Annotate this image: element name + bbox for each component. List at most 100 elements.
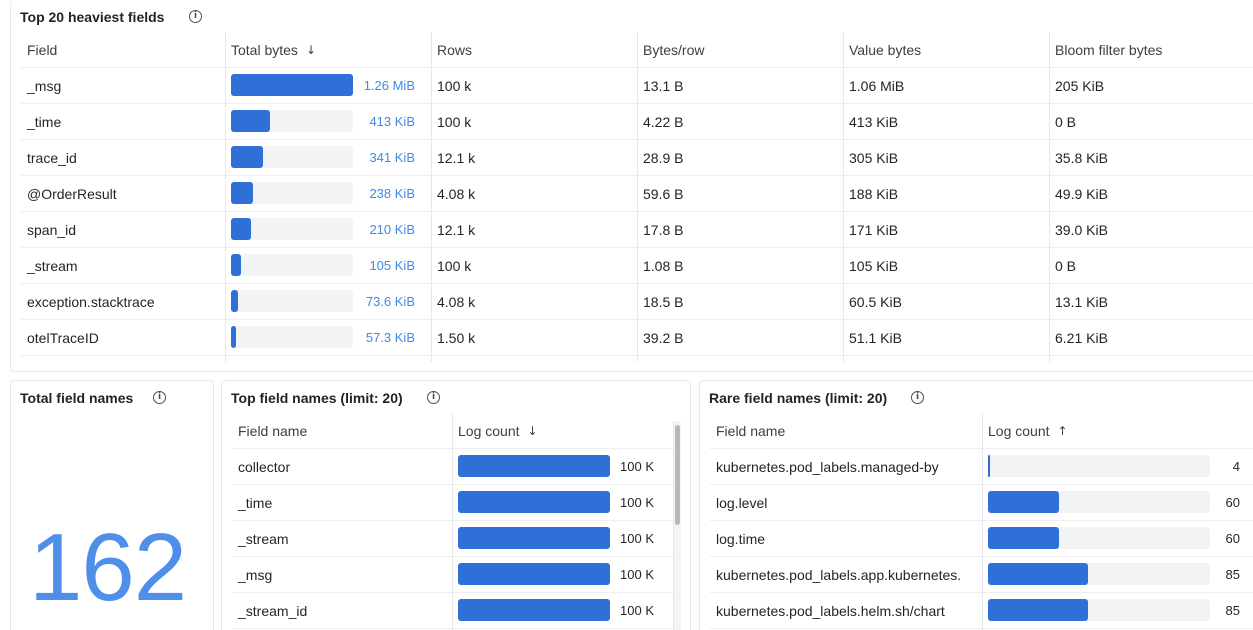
cell-bloom: 13.1 KiB — [1049, 284, 1253, 319]
table-row[interactable]: trace_id12.1 k28.9 B305 KiB35.8 KiB341 K… — [21, 140, 1253, 176]
top-field-names-panel: Top field names (limit: 20) i Field name… — [221, 380, 691, 630]
table-row[interactable]: span_id12.1 k17.8 B171 KiB39.0 KiB210 Ki… — [21, 212, 1253, 248]
heaviest-fields-table: Field Total bytes ↓ Rows Bytes/rowValue byte… — [21, 32, 1253, 362]
total-bytes-value: 73.6 KiB — [366, 294, 415, 309]
scrollbar[interactable] — [673, 421, 681, 630]
column-header-value-bytes[interactable]: Value bytes — [843, 32, 1049, 67]
total-field-names-title: Total field names — [20, 390, 133, 406]
cell-log-count: 60 — [982, 521, 1253, 556]
sort-desc-icon[interactable]: ↓ — [528, 424, 538, 438]
total-bytes-bar-fill — [231, 74, 353, 96]
cell-log-count: 100 K — [452, 593, 676, 628]
info-icon[interactable]: i — [911, 391, 924, 404]
log-count-bar-fill — [458, 563, 610, 585]
cell-bpr: 1.08 B — [637, 248, 843, 283]
cell-field-name: collector — [232, 449, 452, 484]
cell-log-count: 85 — [982, 557, 1253, 592]
sort-asc-icon[interactable]: ↑ — [1058, 424, 1068, 438]
table-row[interactable]: kubernetes.pod_labels.app.kubernetes.85 — [710, 557, 1253, 593]
table-row[interactable]: otelTraceID1.50 k39.2 B51.1 KiB6.21 KiB5… — [21, 320, 1253, 356]
table-row[interactable]: _time100 K — [232, 485, 676, 521]
table-row[interactable]: @OrderResult4.08 k59.6 B188 KiB49.9 KiB2… — [21, 176, 1253, 212]
cell-rows: 100 k — [431, 248, 637, 283]
column-header-bloom-filter-bytes[interactable]: Bloom filter bytes — [1049, 32, 1253, 67]
total-bytes-bar — [231, 218, 353, 240]
table-row[interactable]: kubernetes.pod_labels.managed-by4 — [710, 449, 1253, 485]
column-header-log-count[interactable]: Log count↓ — [452, 413, 676, 448]
total-field-names-panel: Total field names i 162 — [10, 380, 214, 630]
info-icon[interactable]: i — [427, 391, 440, 404]
cell-bloom: 49.9 KiB — [1049, 176, 1253, 211]
cell-rows: 1.50 k — [431, 320, 637, 355]
log-count-bar — [458, 455, 610, 477]
cell-value: 188 KiB — [843, 176, 1049, 211]
cell-field: exception.stacktrace — [21, 284, 225, 319]
column-header-bytes-row[interactable]: Bytes/row — [637, 32, 843, 67]
cell-field-name: kubernetes.pod_labels.helm.sh/chart — [710, 593, 982, 628]
column-header-field-name[interactable]: Field name — [232, 413, 452, 448]
log-count-value: 100 K — [620, 603, 654, 618]
cell-field: trace_id — [21, 140, 225, 175]
log-count-value: 85 — [1226, 603, 1240, 618]
cell-total-bytes: 238 KiB — [225, 176, 431, 211]
cell-value: 1.06 MiB — [843, 68, 1049, 103]
column-header-label: Rows — [437, 42, 472, 58]
table-row[interactable]: _msg100 k13.1 B1.06 MiB205 KiB1.26 MiB — [21, 68, 1253, 104]
total-bytes-value: 341 KiB — [369, 150, 415, 165]
column-header-label: Total bytes — [231, 42, 298, 58]
table-row[interactable]: collector 100 K — [232, 449, 676, 485]
scrollbar-thumb[interactable] — [675, 425, 680, 525]
column-header-label: Field name — [716, 423, 785, 439]
log-count-bar-fill — [458, 455, 610, 477]
total-bytes-value: 105 KiB — [369, 258, 415, 273]
column-header-total-bytes[interactable]: Total bytes ↓ — [225, 32, 431, 67]
table-row[interactable]: kubernetes.pod_labels.helm.sh/chart 85 — [710, 593, 1253, 629]
log-count-bar — [988, 455, 1210, 477]
table-row[interactable]: _stream100 k1.08 B105 KiB0 B105 KiB — [21, 248, 1253, 284]
table-row[interactable]: _stream100 K — [232, 521, 676, 557]
rare-field-names-table: Field name Log count ↑ kubernetes.pod_label… — [710, 413, 1253, 630]
cell-total-bytes: 73.6 KiB — [225, 284, 431, 319]
cell-total-bytes: 210 KiB — [225, 212, 431, 247]
column-header-field[interactable]: Field — [21, 32, 225, 67]
log-count-bar-fill — [458, 527, 610, 549]
table-row[interactable]: log.time60 — [710, 521, 1253, 557]
total-bytes-bar — [231, 74, 353, 96]
info-icon[interactable]: i — [153, 391, 166, 404]
total-bytes-bar — [231, 146, 353, 168]
log-count-bar — [458, 563, 610, 585]
log-count-bar — [988, 599, 1210, 621]
column-header-field-name[interactable]: Field name — [710, 413, 982, 448]
table-row[interactable]: _msg100 K — [232, 557, 676, 593]
cell-bloom: 0 B — [1049, 104, 1253, 139]
log-count-value: 100 K — [620, 459, 654, 474]
cell-bpr: 17.8 B — [637, 212, 843, 247]
table-row[interactable]: exception.stacktrace4.08 k18.5 B60.5 KiB… — [21, 284, 1253, 320]
cell-field-name: _stream_id — [232, 593, 452, 628]
log-count-value: 100 K — [620, 495, 654, 510]
cell-field: _stream — [21, 248, 225, 283]
sort-desc-icon[interactable]: ↓ — [306, 43, 316, 57]
cell-field-name: kubernetes.pod_labels.managed-by — [710, 449, 982, 484]
column-header-label: Field — [27, 42, 57, 58]
cell-log-count: 100 K — [452, 485, 676, 520]
column-header-label: Log count — [988, 423, 1050, 439]
table-row[interactable]: _stream_id 100 K — [232, 593, 676, 629]
table-row[interactable]: _time100 k4.22 B413 KiB0 B413 KiB — [21, 104, 1253, 140]
cell-bpr: 39.2 B — [637, 320, 843, 355]
table-row[interactable]: log.level60 — [710, 485, 1253, 521]
info-icon[interactable]: i — [189, 10, 202, 23]
cell-bpr: 28.9 B — [637, 140, 843, 175]
column-header-rows[interactable]: Rows — [431, 32, 637, 67]
log-count-bar — [458, 527, 610, 549]
cell-field: otelTraceID — [21, 320, 225, 355]
top-field-names-table: Field nameLog count↓collector100 K_time1… — [232, 413, 676, 630]
log-count-value: 100 K — [620, 567, 654, 582]
total-bytes-bar-fill — [231, 290, 238, 312]
total-bytes-bar-fill — [231, 182, 253, 204]
cell-total-bytes: 1.26 MiB — [225, 68, 431, 103]
column-header-log-count[interactable]: Log count ↑ — [982, 413, 1253, 448]
log-count-value: 85 — [1226, 567, 1240, 582]
total-bytes-value: 413 KiB — [369, 114, 415, 129]
total-bytes-bar-fill — [231, 146, 263, 168]
